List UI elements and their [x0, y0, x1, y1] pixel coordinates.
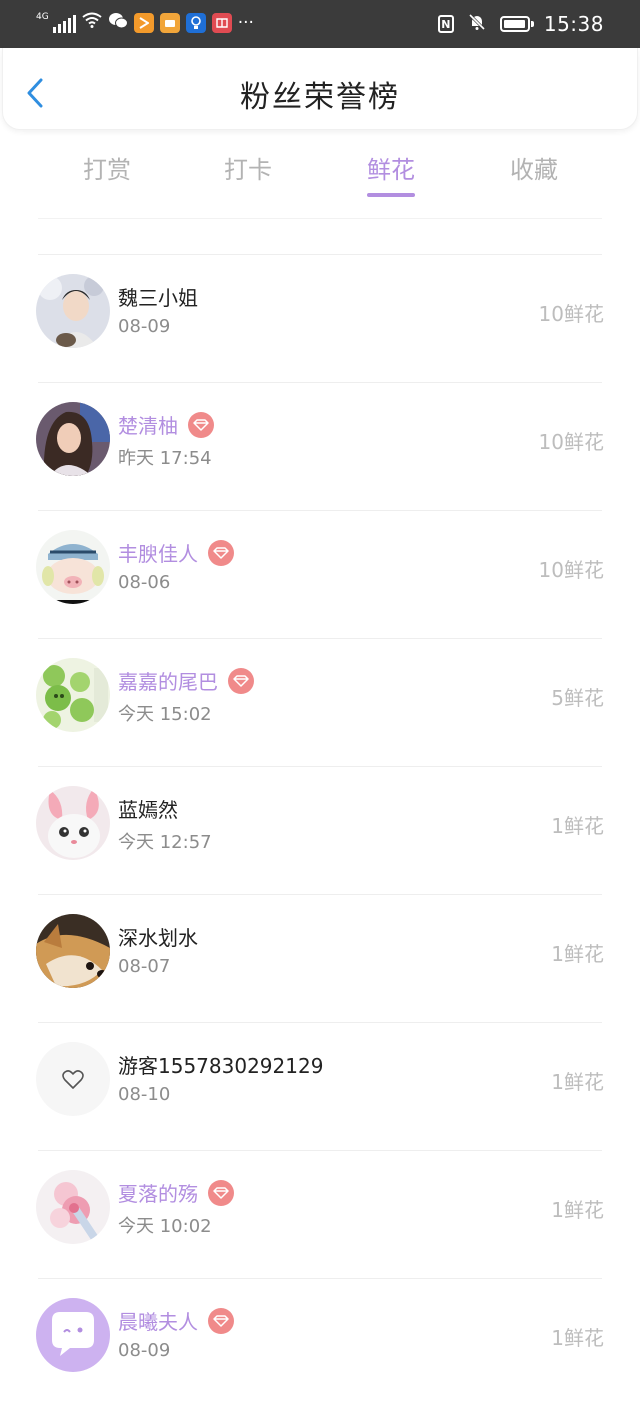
- list-item[interactable]: 游客1557830292129 08-10 1鲜花: [0, 1022, 640, 1150]
- fan-name: 魏三小姐: [118, 286, 198, 310]
- status-left: 4G ···: [36, 12, 254, 34]
- fan-name-line: 晨曦夫人: [118, 1306, 234, 1335]
- fan-name-line: 丰腴佳人: [118, 538, 234, 567]
- status-bar: 4G ··· N 15:38: [0, 0, 640, 48]
- fan-name-line: 深水划水: [118, 922, 198, 951]
- vip-diamond-icon: [188, 411, 214, 438]
- flower-amount: 10鲜花: [538, 302, 604, 326]
- flower-amount: 1鲜花: [551, 1070, 604, 1094]
- wechat-icon: [108, 12, 128, 34]
- avatar[interactable]: [36, 1042, 110, 1116]
- flower-amount: 5鲜花: [551, 686, 604, 710]
- vip-diamond-icon: [228, 667, 254, 694]
- flower-amount: 1鲜花: [551, 1198, 604, 1222]
- fan-date: 08-10: [118, 1084, 171, 1105]
- avatar[interactable]: [36, 530, 110, 604]
- network-type: 4G: [36, 12, 49, 22]
- fan-name-line: 蓝嫣然: [118, 794, 178, 823]
- list-item[interactable]: 深水划水 08-07 1鲜花: [0, 894, 640, 1022]
- fan-name-line: 游客1557830292129: [118, 1050, 323, 1079]
- avatar[interactable]: [36, 1298, 110, 1372]
- fan-name-line: 楚清柚: [118, 410, 214, 439]
- nfc-icon: N: [437, 15, 454, 33]
- list-item[interactable]: 蓝嫣然 今天 12:57 1鲜花: [0, 766, 640, 894]
- fan-name-line: 魏三小姐: [118, 282, 198, 311]
- fan-name: 游客1557830292129: [118, 1054, 324, 1078]
- list-item[interactable]: 嘉嘉的尾巴 今天 15:02 5鲜花: [0, 638, 640, 766]
- more-notifications-icon: ···: [237, 13, 254, 33]
- flower-amount: 1鲜花: [551, 1326, 604, 1350]
- fan-name: 深水划水: [118, 926, 198, 950]
- tab-dashang[interactable]: 打赏: [62, 150, 152, 185]
- tab-shoucang[interactable]: 收藏: [489, 150, 579, 185]
- fan-name: 嘉嘉的尾巴: [118, 670, 218, 694]
- status-right: N 15:38: [437, 12, 604, 36]
- mute-bell-icon: [468, 13, 486, 35]
- fan-name: 丰腴佳人: [118, 542, 198, 566]
- tab-xianhua[interactable]: 鲜花: [346, 150, 436, 185]
- fan-name-line: 夏落的殇: [118, 1178, 234, 1207]
- avatar[interactable]: [36, 274, 110, 348]
- list-item[interactable]: 丰腴佳人 08-06 10鲜花: [0, 510, 640, 638]
- app-book-icon: [211, 13, 232, 33]
- fan-name-line: 嘉嘉的尾巴: [118, 666, 254, 695]
- flower-amount: 10鲜花: [538, 558, 604, 582]
- avatar[interactable]: [36, 402, 110, 476]
- list-item[interactable]: 楚清柚 昨天 17:54 10鲜花: [0, 382, 640, 510]
- fan-date: 昨天 17:54: [118, 448, 212, 469]
- vip-diamond-icon: [208, 1307, 234, 1334]
- page-title: 粉丝荣誉榜: [240, 80, 400, 115]
- tab-bar: 打赏 打卡 鲜花 收藏: [0, 150, 640, 200]
- fan-name: 夏落的殇: [118, 1182, 198, 1206]
- fan-date: 今天 12:57: [118, 832, 212, 853]
- app-play-icon: [133, 13, 154, 33]
- active-tab-indicator: [367, 193, 415, 197]
- fan-date: 08-09: [118, 1340, 171, 1361]
- fan-date: 08-06: [118, 572, 171, 593]
- tab-daka[interactable]: 打卡: [203, 150, 293, 185]
- fan-date: 08-07: [118, 956, 171, 977]
- app-bulb-icon: [185, 13, 206, 33]
- signal-icon: 4G: [36, 13, 76, 33]
- divider: [38, 218, 602, 219]
- header-bar: 粉丝荣誉榜: [2, 48, 638, 130]
- avatar[interactable]: [36, 658, 110, 732]
- fan-date: 今天 15:02: [118, 704, 212, 725]
- flower-amount: 1鲜花: [551, 942, 604, 966]
- fan-name: 晨曦夫人: [118, 1310, 198, 1334]
- flower-amount: 10鲜花: [538, 430, 604, 454]
- app-box-icon: [159, 13, 180, 33]
- vip-diamond-icon: [208, 1179, 234, 1206]
- fan-date: 08-09: [118, 316, 171, 337]
- vip-diamond-icon: [208, 539, 234, 566]
- battery-icon: [499, 16, 534, 32]
- fan-name: 楚清柚: [118, 414, 178, 438]
- clock: 15:38: [543, 12, 604, 36]
- list-item[interactable]: 夏落的殇 今天 10:02 1鲜花: [0, 1150, 640, 1278]
- avatar[interactable]: [36, 1170, 110, 1244]
- fan-name: 蓝嫣然: [118, 798, 178, 822]
- fan-date: 今天 10:02: [118, 1216, 212, 1237]
- list-item[interactable]: 魏三小姐 08-09 10鲜花: [0, 254, 640, 382]
- avatar[interactable]: [36, 786, 110, 860]
- flower-amount: 1鲜花: [551, 814, 604, 838]
- wifi-icon: [82, 12, 102, 34]
- avatar[interactable]: [36, 914, 110, 988]
